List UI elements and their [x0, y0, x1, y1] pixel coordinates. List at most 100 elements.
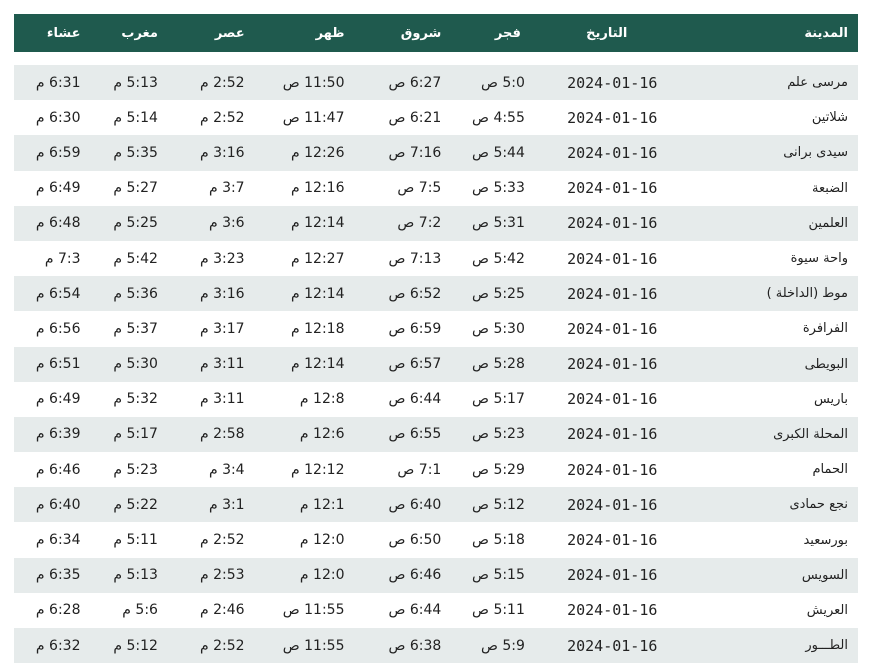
cell-dhuhr: 12:18 م: [254, 311, 355, 347]
cell-maghrib: 5:25 م: [90, 205, 168, 241]
cell-fajr: 5:18 ص: [451, 522, 535, 558]
cell-isha: 6:48 م: [14, 205, 91, 241]
cell-date: 2024-01-16: [534, 452, 668, 488]
header-row: المدينة التاريخ فجر شروق ظهر عصر مغرب عش…: [14, 14, 858, 52]
cell-fajr: 5:28 ص: [451, 346, 535, 382]
cell-asr: 3:16 م: [167, 135, 255, 171]
cell-fajr: 5:9 ص: [451, 628, 535, 664]
header-isha: عشاء: [14, 14, 91, 52]
table-row: الحمام 2024-01-16 5:29 ص 7:1 ص 12:12 م 3:4 م5…: [14, 452, 858, 488]
cell-dhuhr: 11:50 ص: [254, 65, 355, 101]
cell-shuruq: 7:5 ص: [354, 170, 452, 206]
cell-shuruq: 6:40 ص: [354, 487, 452, 523]
table-row: الفرافرة 2024-01-16 5:30 ص 6:59 ص 12:18 م 3:1…: [14, 311, 858, 347]
cell-isha: 6:35 م: [14, 557, 91, 593]
cell-fajr: 5:17 ص: [451, 381, 535, 417]
header-maghrib: مغرب: [90, 14, 168, 52]
cell-shuruq: 6:21 ص: [354, 100, 452, 136]
cell-asr: 3:7 م: [167, 170, 255, 206]
cell-dhuhr: 12:12 م: [254, 452, 355, 488]
cell-date: 2024-01-16: [534, 276, 668, 312]
table-row: المحلة الكبرى 2024-01-16 5:23 ص 6:55 ص 12:6 …: [14, 416, 858, 453]
cell-isha: 6:51 م: [14, 346, 91, 382]
table-row: العلمين 2024-01-16 5:31 ص 7:2 ص 12:14 م 3:6 م…: [14, 205, 858, 241]
cell-fajr: 5:42 ص: [451, 240, 535, 277]
cell-isha: 6:59 م: [14, 135, 91, 171]
cell-shuruq: 7:1 ص: [354, 452, 452, 488]
table-header: المدينة التاريخ فجر شروق ظهر عصر مغرب عش…: [14, 14, 858, 52]
cell-date: 2024-01-16: [534, 311, 668, 347]
cell-city: الحمام: [667, 452, 858, 488]
cell-maghrib: 5:32 م: [90, 381, 168, 417]
cell-shuruq: 6:46 ص: [354, 557, 452, 593]
cell-asr: 2:52 م: [167, 65, 255, 101]
cell-maghrib: 5:17 م: [90, 416, 168, 453]
header-city: المدينة: [667, 14, 858, 52]
cell-asr: 2:53 م: [167, 557, 255, 593]
cell-city: الضبعة: [667, 170, 858, 206]
cell-shuruq: 6:38 ص: [354, 628, 452, 664]
cell-city: الفرافرة: [667, 311, 858, 347]
header-shuruq: شروق: [354, 14, 452, 52]
cell-shuruq: 6:52 ص: [354, 276, 452, 312]
table-row: باريس 2024-01-16 5:17 ص 6:44 ص 12:8 م 3:11 م5…: [14, 381, 858, 417]
table-row: الضبعة 2024-01-16 5:33 ص 7:5 ص 12:16 م 3:7 م5…: [14, 170, 858, 206]
cell-fajr: 4:55 ص: [451, 100, 535, 136]
cell-fajr: 5:30 ص: [451, 311, 535, 347]
cell-asr: 3:11 م: [167, 381, 255, 417]
cell-maghrib: 5:27 م: [90, 170, 168, 206]
cell-city: بورسعيد: [667, 522, 858, 558]
cell-city: واحة سيوة: [667, 240, 858, 277]
cell-shuruq: 6:27 ص: [354, 65, 452, 101]
cell-date: 2024-01-16: [534, 170, 668, 206]
prayer-times-table-container: المدينة التاريخ فجر شروق ظهر عصر مغرب عش…: [14, 14, 858, 664]
cell-fajr: 5:44 ص: [451, 135, 535, 171]
cell-city: باريس: [667, 381, 858, 417]
cell-shuruq: 6:44 ص: [354, 592, 452, 628]
cell-dhuhr: 11:55 ص: [254, 592, 355, 628]
cell-date: 2024-01-16: [534, 628, 668, 664]
cell-fajr: 5:12 ص: [451, 487, 535, 523]
cell-dhuhr: 12:0 م: [254, 557, 355, 593]
cell-isha: 6:49 م: [14, 381, 91, 417]
cell-maghrib: 5:13 م: [90, 557, 168, 593]
cell-asr: 2:46 م: [167, 592, 255, 628]
cell-city: موط (الداخلة ): [667, 276, 858, 312]
table-row: سيدى برانى 2024-01-16 5:44 ص 7:16 ص 12:26 م3…: [14, 135, 858, 171]
table-row: مرسى علم 2024-01-16 5:0 ص 6:27 ص 11:50 ص 2:52…: [14, 65, 858, 101]
cell-dhuhr: 12:26 م: [254, 135, 355, 171]
table-row: موط (الداخلة ) 2024-01-16 5:25 ص 6:52 ص 12:1…: [14, 276, 858, 312]
cell-maghrib: 5:6 م: [90, 592, 168, 628]
header-spacer: [14, 52, 858, 65]
cell-fajr: 5:33 ص: [451, 170, 535, 206]
cell-shuruq: 6:57 ص: [354, 346, 452, 382]
cell-city: شلاتين: [667, 100, 858, 136]
cell-isha: 6:31 م: [14, 65, 91, 101]
table-row: العريش 2024-01-16 5:11 ص 6:44 ص 11:55 ص 2:46 …: [14, 592, 858, 628]
cell-dhuhr: 12:0 م: [254, 522, 355, 558]
header-asr: عصر: [167, 14, 255, 52]
cell-shuruq: 6:55 ص: [354, 416, 452, 453]
cell-date: 2024-01-16: [534, 135, 668, 171]
cell-dhuhr: 12:6 م: [254, 416, 355, 453]
cell-maghrib: 5:12 م: [90, 628, 168, 664]
cell-fajr: 5:11 ص: [451, 592, 535, 628]
cell-dhuhr: 12:14 م: [254, 346, 355, 382]
cell-shuruq: 6:50 ص: [354, 522, 452, 558]
table-body: مرسى علم 2024-01-16 5:0 ص 6:27 ص 11:50 ص 2:52…: [14, 52, 858, 664]
cell-isha: 6:46 م: [14, 452, 91, 488]
cell-shuruq: 7:16 ص: [354, 135, 452, 171]
cell-date: 2024-01-16: [534, 592, 668, 628]
cell-maghrib: 5:35 م: [90, 135, 168, 171]
cell-date: 2024-01-16: [534, 240, 668, 277]
cell-asr: 3:11 م: [167, 346, 255, 382]
cell-maghrib: 5:23 م: [90, 452, 168, 488]
cell-date: 2024-01-16: [534, 346, 668, 382]
cell-asr: 3:1 م: [167, 487, 255, 523]
table-row: نجع حمادى 2024-01-16 5:12 ص 6:40 ص 12:1 م 3:1…: [14, 487, 858, 523]
cell-dhuhr: 12:27 م: [254, 240, 355, 277]
cell-shuruq: 6:44 ص: [354, 381, 452, 417]
header-date: التاريخ: [534, 14, 668, 52]
cell-dhuhr: 12:1 م: [254, 487, 355, 523]
cell-shuruq: 6:59 ص: [354, 311, 452, 347]
